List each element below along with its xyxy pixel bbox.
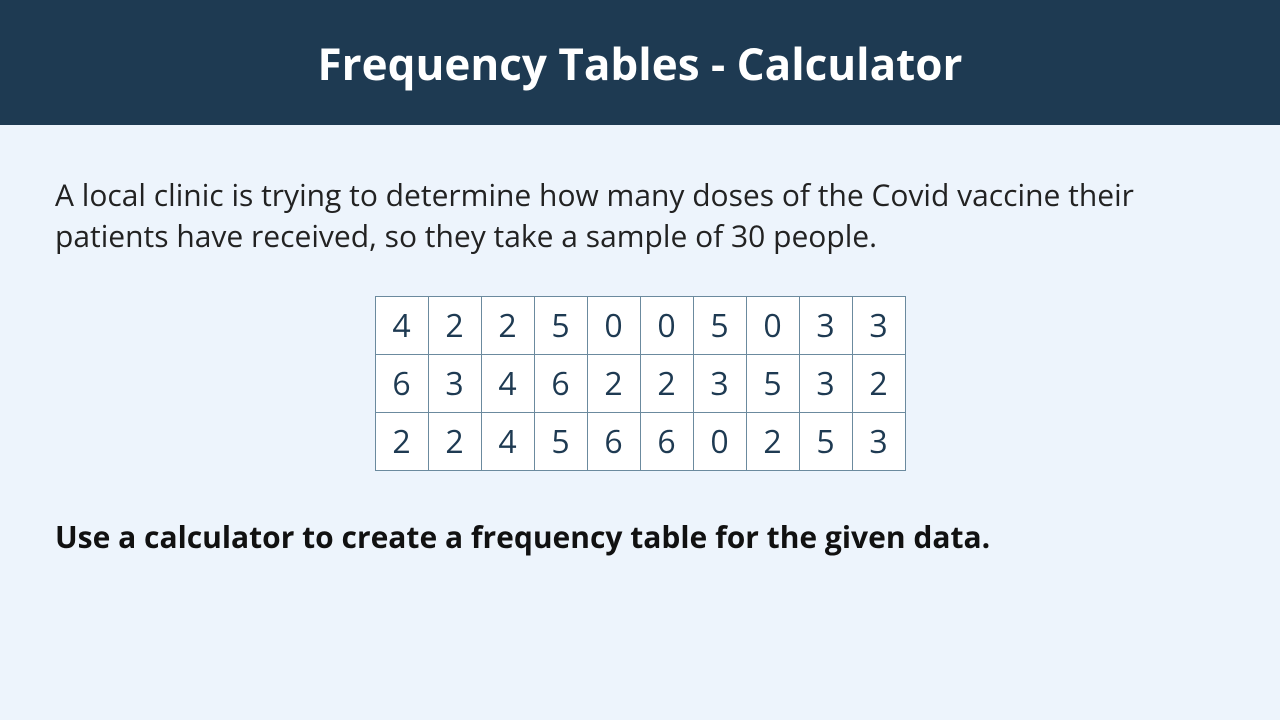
data-cell: 6 (587, 413, 640, 471)
data-cell: 4 (375, 297, 428, 355)
problem-description: A local clinic is trying to determine ho… (55, 175, 1225, 256)
data-cell: 4 (481, 355, 534, 413)
data-cell: 6 (640, 413, 693, 471)
data-cell: 5 (534, 297, 587, 355)
data-cell: 2 (428, 297, 481, 355)
data-cell: 0 (693, 413, 746, 471)
data-cell: 5 (746, 355, 799, 413)
data-cell: 3 (693, 355, 746, 413)
data-cell: 4 (481, 413, 534, 471)
data-cell: 2 (640, 355, 693, 413)
data-cell: 2 (852, 355, 905, 413)
table-row: 2 2 4 5 6 6 0 2 5 3 (375, 413, 905, 471)
data-cell: 3 (852, 297, 905, 355)
data-cell: 3 (799, 297, 852, 355)
page-title: Frequency Tables - Calculator (317, 33, 962, 93)
data-table: 4 2 2 5 0 0 5 0 3 3 6 3 4 6 2 2 3 5 3 (375, 296, 906, 471)
data-cell: 0 (640, 297, 693, 355)
data-cell: 2 (481, 297, 534, 355)
data-cell: 2 (428, 413, 481, 471)
page-header: Frequency Tables - Calculator (0, 0, 1280, 125)
data-cell: 5 (693, 297, 746, 355)
table-row: 4 2 2 5 0 0 5 0 3 3 (375, 297, 905, 355)
data-cell: 5 (534, 413, 587, 471)
data-cell: 0 (587, 297, 640, 355)
data-cell: 2 (587, 355, 640, 413)
data-cell: 3 (428, 355, 481, 413)
data-table-container: 4 2 2 5 0 0 5 0 3 3 6 3 4 6 2 2 3 5 3 (55, 296, 1225, 471)
data-cell: 2 (746, 413, 799, 471)
data-cell: 5 (799, 413, 852, 471)
data-cell: 6 (375, 355, 428, 413)
data-cell: 0 (746, 297, 799, 355)
content-area: A local clinic is trying to determine ho… (0, 125, 1280, 557)
data-cell: 3 (852, 413, 905, 471)
instruction-text: Use a calculator to create a frequency t… (55, 516, 1225, 557)
data-cell: 3 (799, 355, 852, 413)
table-row: 6 3 4 6 2 2 3 5 3 2 (375, 355, 905, 413)
data-cell: 6 (534, 355, 587, 413)
data-cell: 2 (375, 413, 428, 471)
